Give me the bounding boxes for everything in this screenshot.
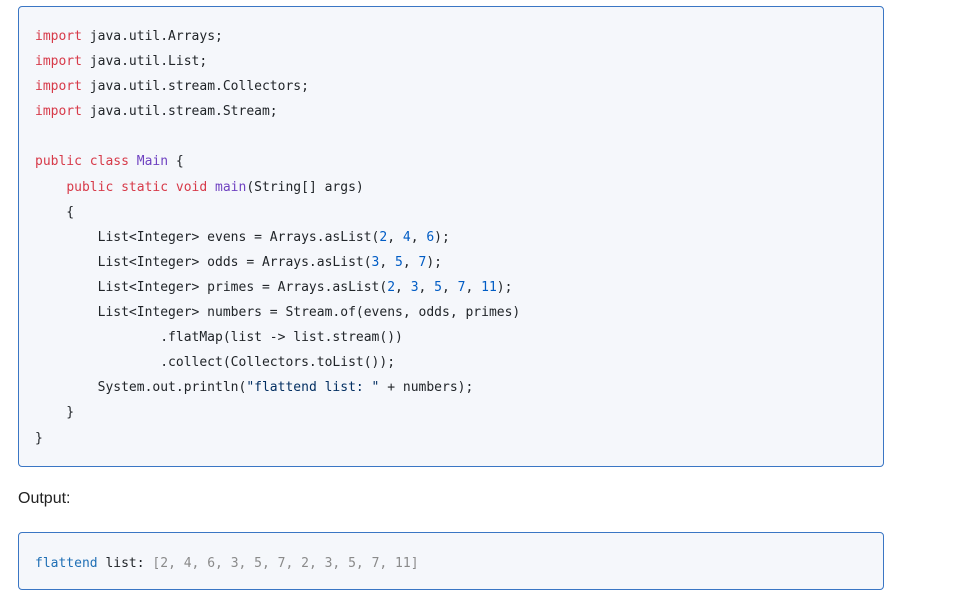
code-line: System.out.println("flattend list: " + n… xyxy=(35,375,883,400)
code-token: , xyxy=(379,254,396,270)
code-line: import java.util.stream.Stream; xyxy=(35,99,883,124)
output-word: list: xyxy=(97,556,153,571)
code-token: "flattend list: " xyxy=(246,380,380,396)
code-token: .flatMap(list -> list.stream()) xyxy=(35,330,403,346)
code-token: import xyxy=(35,79,82,95)
code-token: public static void xyxy=(66,179,208,195)
code-line: } xyxy=(35,400,883,425)
code-token: List<Integer> odds = Arrays.asList( xyxy=(35,254,372,270)
code-token: Main xyxy=(136,154,169,170)
output-value: [2, 4, 6, 3, 5, 7, 2, 3, 5, 7, 11] xyxy=(152,556,419,571)
code-token: import xyxy=(35,104,82,120)
code-token: , xyxy=(387,229,403,245)
code-token: ); xyxy=(434,229,450,245)
code-token: 5 xyxy=(395,254,403,270)
code-token: , xyxy=(402,254,419,270)
code-block: import java.util.Arrays; import java.util… xyxy=(18,6,884,467)
code-token: import xyxy=(35,29,82,44)
code-token: 6 xyxy=(426,229,435,245)
code-token: (String[] args) xyxy=(246,179,364,195)
output-label: Output: xyxy=(18,490,71,507)
code-token: 2 xyxy=(387,279,396,295)
code-line: List<Integer> evens = Arrays.asList(2, 4… xyxy=(35,225,883,250)
output-key: flattend xyxy=(35,556,98,571)
code-token: , xyxy=(410,229,427,245)
code-token: , xyxy=(418,279,435,295)
code-token: + numbers); xyxy=(379,380,474,396)
code-token: main xyxy=(215,179,247,195)
output-block: flattend list: [2, 4, 6, 3, 5, 7, 2, 3, … xyxy=(18,532,884,590)
code-token: List<Integer> evens = Arrays.asList( xyxy=(35,229,380,245)
code-line: .flatMap(list -> list.stream()) xyxy=(35,325,883,350)
code-line: { xyxy=(35,200,883,225)
code-line: List<Integer> primes = Arrays.asList(2, … xyxy=(35,275,883,300)
code-line: } xyxy=(35,426,883,451)
output-line: flattend list: [2, 4, 6, 3, 5, 7, 2, 3, … xyxy=(35,551,883,576)
code-token: { xyxy=(168,154,184,170)
code-token: .collect(Collectors.toList()); xyxy=(35,355,396,371)
code-token: } xyxy=(35,430,43,446)
code-token: public class xyxy=(35,154,129,170)
code-token: import xyxy=(35,54,82,70)
code-token: , xyxy=(465,279,482,295)
code-token: List<Integer> primes = Arrays.asList( xyxy=(35,279,388,295)
code-token: 5 xyxy=(434,279,442,295)
code-token: 4 xyxy=(402,229,411,245)
code-line: List<Integer> numbers = Stream.of(evens,… xyxy=(35,300,883,325)
code-token: java.util.stream.Stream; xyxy=(81,104,278,120)
code-line: import java.util.stream.Collectors; xyxy=(35,74,883,99)
code-token: } xyxy=(35,405,75,421)
code-token: { xyxy=(35,204,75,220)
code-line: public static void main(String[] args) xyxy=(35,175,883,200)
code-token: java.util.Arrays; xyxy=(81,29,223,44)
code-token: , xyxy=(395,279,411,295)
code-line: import java.util.List; xyxy=(35,49,883,74)
code-token: ); xyxy=(426,254,442,270)
code-line: public class Main { xyxy=(35,149,883,174)
code-line: List<Integer> odds = Arrays.asList(3, 5,… xyxy=(35,250,883,275)
code-line: import java.util.Arrays; xyxy=(35,24,883,49)
code-line: .collect(Collectors.toList()); xyxy=(35,350,883,375)
code-token: List<Integer> numbers = Stream.of(evens,… xyxy=(35,305,521,321)
code-token: ); xyxy=(496,279,513,295)
code-token: 11 xyxy=(481,279,497,295)
code-token: 3 xyxy=(410,279,419,295)
code-token: java.util.List; xyxy=(81,54,208,70)
code-token: System.out.println( xyxy=(35,380,247,396)
code-token: , xyxy=(442,279,458,295)
code-token: java.util.stream.Collectors; xyxy=(81,79,309,95)
